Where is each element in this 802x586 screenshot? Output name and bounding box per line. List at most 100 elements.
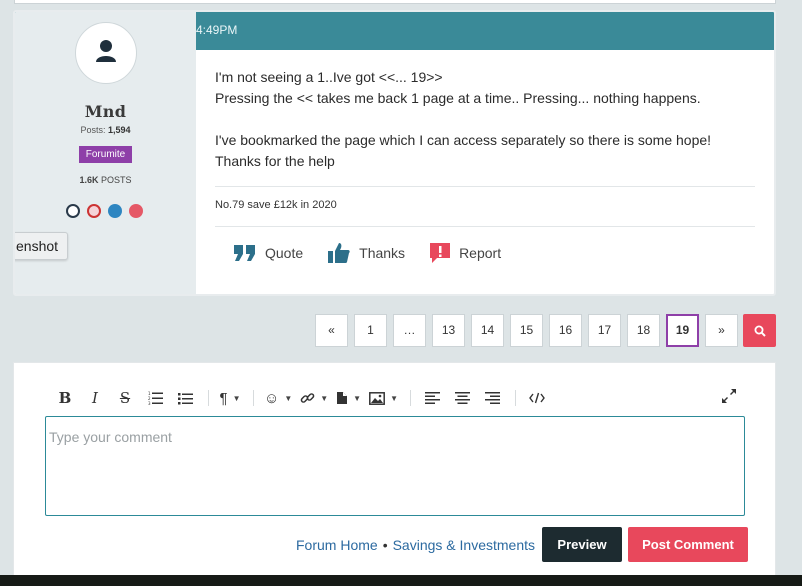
report-icon xyxy=(430,243,451,263)
posts-value: 1,594 xyxy=(108,125,131,135)
link-icon xyxy=(300,392,315,403)
user-icon xyxy=(96,40,116,62)
post-line: I'm not seeing a 1..Ive got <<... 19>> xyxy=(215,69,443,85)
page-button[interactable]: 1 xyxy=(354,314,387,347)
screenshot-tooltip: enshot xyxy=(15,232,69,260)
post-timestamp: 4:49PM xyxy=(196,23,238,37)
post-line: Pressing the << takes me back 1 page at … xyxy=(215,90,701,106)
thanks-button[interactable]: Thanks xyxy=(327,242,405,264)
page-button-current[interactable]: 19 xyxy=(666,314,699,347)
code-icon xyxy=(529,392,545,404)
post-comment-button[interactable]: Post Comment xyxy=(628,527,748,562)
toolbar-separator xyxy=(515,390,517,406)
bullet-list-button[interactable] xyxy=(174,388,196,408)
quote-button[interactable]: Quote xyxy=(233,244,303,262)
achievement-badge-icon[interactable] xyxy=(129,204,143,218)
chevron-down-icon: ▼ xyxy=(232,393,241,403)
page-button[interactable]: 16 xyxy=(549,314,582,347)
chevron-down-icon: ▼ xyxy=(390,393,399,403)
fullscreen-button[interactable] xyxy=(721,388,737,409)
posts-label: Posts: xyxy=(80,125,106,135)
post-line: Thanks for the help xyxy=(215,153,335,169)
page-last-button[interactable]: » xyxy=(705,314,738,347)
bold-icon: B xyxy=(58,389,72,407)
chevron-down-icon: ▼ xyxy=(284,393,293,403)
achievement-badge-icon[interactable] xyxy=(108,204,122,218)
align-left-icon xyxy=(424,392,440,404)
ordered-list-icon: 1 2 3 xyxy=(148,391,163,405)
page-ellipsis-button[interactable]: … xyxy=(393,314,426,347)
align-left-button[interactable] xyxy=(421,388,443,408)
comment-input[interactable] xyxy=(45,416,745,516)
page-first-button[interactable]: « xyxy=(315,314,348,347)
thanks-label: Thanks xyxy=(359,245,406,261)
strikethrough-icon: S xyxy=(119,389,131,407)
forum-post: 4:49PM Mnd Posts: 1,594 Forumite 1.6K PO… xyxy=(13,10,776,296)
align-right-icon xyxy=(484,392,500,404)
post-line: I've bookmarked the page which I can acc… xyxy=(215,132,712,148)
paragraph-format-button[interactable]: ¶ ▼ xyxy=(219,388,241,408)
page-background-image xyxy=(0,575,802,586)
italic-icon: I xyxy=(92,389,98,407)
achievement-badge-icon[interactable] xyxy=(87,204,101,218)
toolbar-separator xyxy=(253,390,254,406)
chevron-down-icon: ▼ xyxy=(320,393,329,403)
rank-badge: Forumite xyxy=(79,146,132,163)
previous-post-edge xyxy=(14,0,776,4)
align-center-icon xyxy=(454,392,470,404)
post-count-label: POSTS xyxy=(101,175,132,185)
report-button[interactable]: Report xyxy=(429,242,501,264)
divider xyxy=(215,226,755,227)
bold-button[interactable]: B xyxy=(54,388,76,408)
comment-editor: B I S 1 2 3 ¶ ▼ ☺ ▼ ▼ ▼ ▼ Type your comm… xyxy=(13,362,776,586)
chevron-down-icon: ▼ xyxy=(353,393,362,403)
search-icon xyxy=(754,325,766,337)
image-icon xyxy=(369,391,386,405)
post-body: I'm not seeing a 1..Ive got <<... 19>> P… xyxy=(215,67,755,172)
toolbar-separator xyxy=(208,390,209,406)
paragraph-icon: ¶ xyxy=(219,389,228,407)
page-button[interactable]: 14 xyxy=(471,314,504,347)
post-signature: No.79 save £12k in 2020 xyxy=(215,199,337,211)
align-right-button[interactable] xyxy=(481,388,503,408)
report-label: Report xyxy=(459,245,502,261)
author-post-total: Posts: 1,594 xyxy=(15,125,196,135)
editor-footer: Forum Home • Savings & Investments Previ… xyxy=(296,527,748,562)
achievement-badge-icon[interactable] xyxy=(66,204,80,218)
pagination: « 1 … 13 14 15 16 17 18 19 » xyxy=(315,314,738,347)
breadcrumb-category-link[interactable]: Savings & Investments xyxy=(393,537,535,553)
italic-button[interactable]: I xyxy=(84,388,106,408)
thumbs-up-icon xyxy=(328,243,350,263)
page-button[interactable]: 18 xyxy=(627,314,660,347)
avatar[interactable] xyxy=(75,22,137,84)
breadcrumb-separator: • xyxy=(382,536,388,553)
divider xyxy=(215,186,755,187)
toolbar-separator xyxy=(410,390,412,406)
image-button[interactable]: ▼ xyxy=(369,388,398,408)
file-icon xyxy=(337,392,348,404)
svg-text:3: 3 xyxy=(148,401,151,405)
page-button[interactable]: 15 xyxy=(510,314,543,347)
breadcrumb-forum-home-link[interactable]: Forum Home xyxy=(296,537,378,553)
editor-toolbar: B I S 1 2 3 ¶ ▼ ☺ ▼ ▼ ▼ ▼ xyxy=(54,388,556,408)
smiley-icon: ☺ xyxy=(264,389,280,407)
code-view-button[interactable] xyxy=(526,388,548,408)
author-name[interactable]: Mnd xyxy=(15,102,196,121)
quote-label: Quote xyxy=(265,245,304,261)
emoji-button[interactable]: ☺ ▼ xyxy=(264,388,292,408)
bullet-list-icon xyxy=(177,392,193,404)
link-button[interactable]: ▼ xyxy=(300,388,328,408)
search-button[interactable] xyxy=(743,314,776,347)
preview-button[interactable]: Preview xyxy=(542,527,622,562)
expand-icon xyxy=(722,389,736,403)
align-center-button[interactable] xyxy=(451,388,473,408)
post-actions: Quote Thanks Report xyxy=(233,242,501,264)
quote-icon xyxy=(234,245,255,261)
ordered-list-button[interactable]: 1 2 3 xyxy=(144,388,166,408)
author-post-count: 1.6K POSTS xyxy=(15,175,196,185)
achievement-badges xyxy=(66,204,143,218)
page-button[interactable]: 13 xyxy=(432,314,465,347)
strikethrough-button[interactable]: S xyxy=(114,388,136,408)
file-button[interactable]: ▼ xyxy=(336,388,361,408)
page-button[interactable]: 17 xyxy=(588,314,621,347)
